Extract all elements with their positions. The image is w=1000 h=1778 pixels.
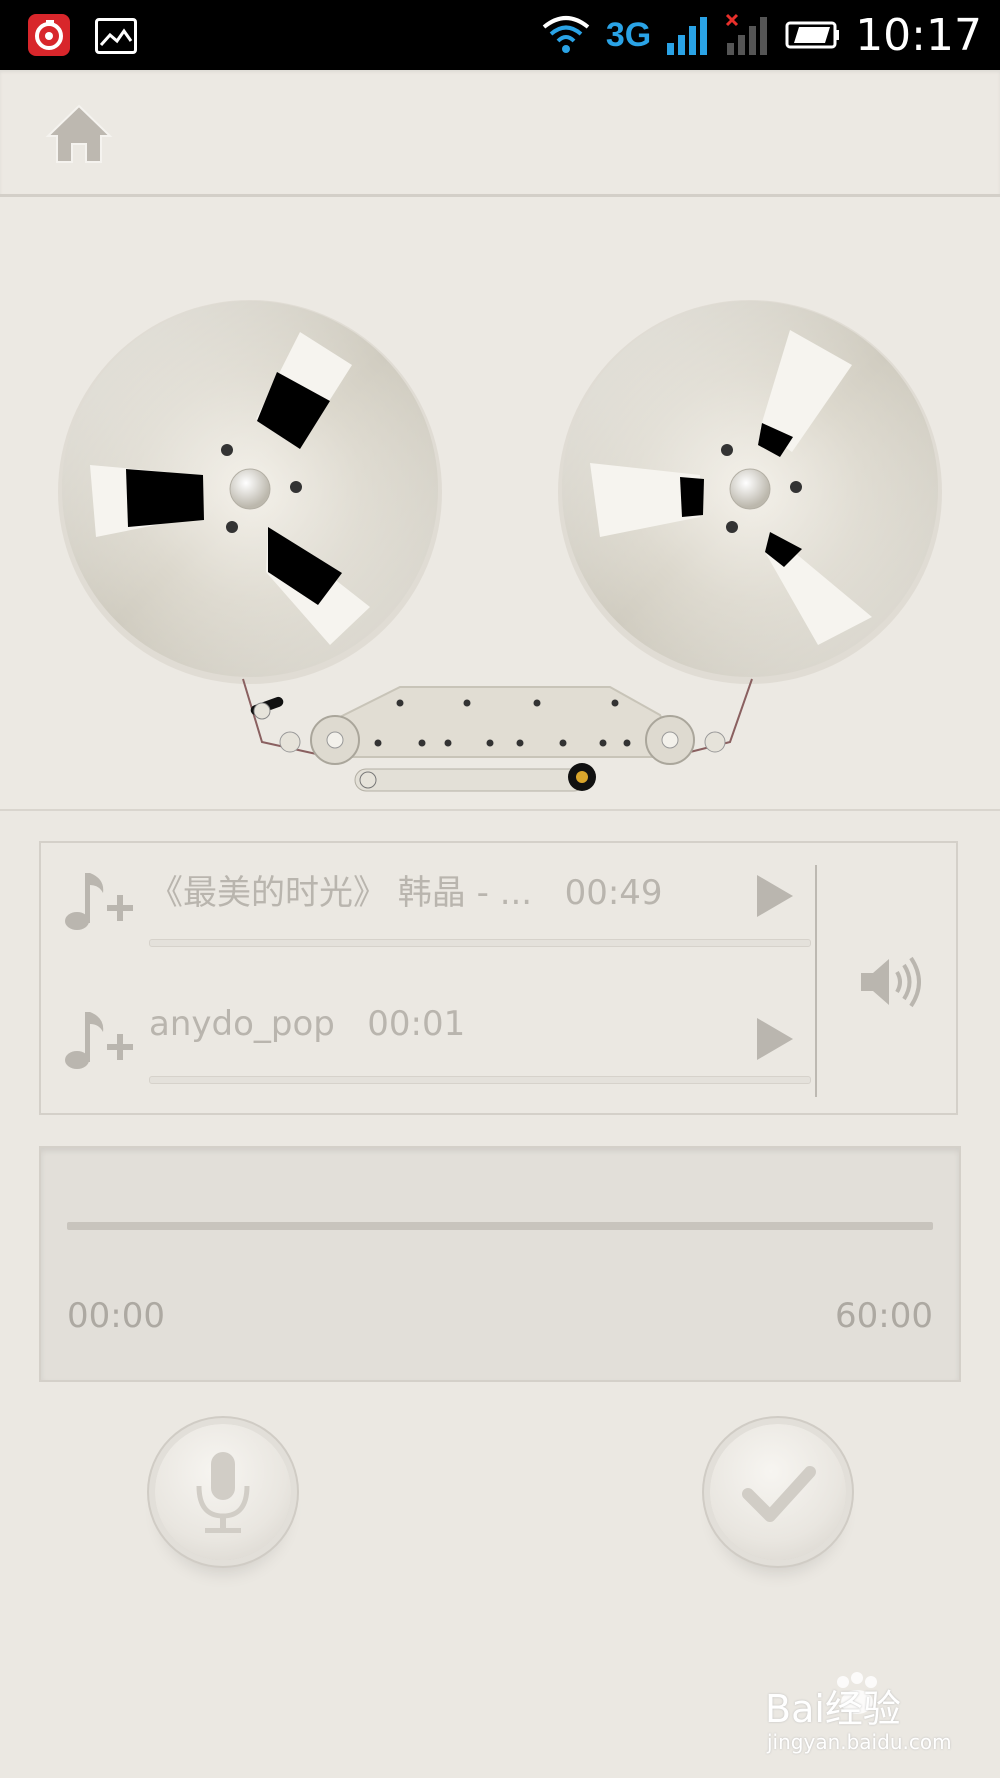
- volume-button[interactable]: [859, 953, 925, 1011]
- divider: [815, 865, 817, 1097]
- gallery-icon: [95, 18, 137, 54]
- timeline-track[interactable]: [67, 1222, 933, 1230]
- track-name: 《最美的时光》 韩晶 - ...: [149, 873, 533, 913]
- play-button[interactable]: [753, 871, 797, 921]
- wifi-icon: [542, 16, 590, 53]
- track-row: anydo_pop 00:01: [41, 982, 811, 1117]
- signal-no-service-icon: [726, 13, 768, 55]
- right-reel: [558, 300, 942, 684]
- music-add-icon: [65, 1012, 133, 1069]
- signal-icon: [667, 17, 708, 55]
- clock: 10:17: [855, 9, 982, 61]
- timeline-panel: 00:00 60:00: [39, 1146, 961, 1382]
- home-icon: [45, 104, 113, 163]
- track-name: anydo_pop: [149, 1004, 335, 1044]
- add-track-button[interactable]: [59, 863, 139, 943]
- confirm-button[interactable]: [710, 1424, 846, 1560]
- timeline-end-time: 60:00: [835, 1296, 933, 1336]
- watermark: Bai经验 jingyan.baidu.com: [765, 1668, 965, 1758]
- track-duration: 00:49: [564, 873, 663, 913]
- play-button[interactable]: [753, 1014, 797, 1064]
- tape-deck: [0, 197, 1000, 811]
- track-progress[interactable]: [149, 1076, 811, 1084]
- track-progress[interactable]: [149, 939, 811, 947]
- network-type-label: 3G: [605, 15, 652, 54]
- speaker-icon: [861, 956, 921, 1008]
- top-bar: [0, 70, 1000, 197]
- tape-deck-illustration: [58, 300, 942, 792]
- tape-head-assembly: [242, 678, 753, 792]
- microphone-icon: [196, 1452, 250, 1533]
- play-icon: [757, 1018, 793, 1060]
- watermark-brand: Bai经验: [765, 1687, 901, 1731]
- checkmark-icon: [742, 1466, 816, 1522]
- track-duration: 00:01: [367, 1004, 466, 1044]
- timeline-start-time: 00:00: [67, 1296, 165, 1336]
- record-button[interactable]: [155, 1424, 291, 1560]
- play-icon: [757, 875, 793, 917]
- battery-icon: [785, 21, 840, 49]
- tracks-panel: 《最美的时光》 韩晶 - ... 00:49 anydo_pop 00:01: [39, 841, 958, 1115]
- netease-music-icon: [28, 14, 70, 56]
- track-row: 《最美的时光》 韩晶 - ... 00:49: [41, 843, 811, 978]
- track-title: anydo_pop 00:01: [149, 1004, 465, 1044]
- track-title: 《最美的时光》 韩晶 - ... 00:49: [149, 865, 663, 914]
- music-add-icon: [65, 873, 133, 930]
- left-reel: [58, 300, 442, 684]
- status-bar: 3G 10:17: [0, 0, 1000, 70]
- home-button[interactable]: [44, 100, 114, 170]
- watermark-url: jingyan.baidu.com: [767, 1730, 952, 1754]
- add-track-button[interactable]: [59, 1002, 139, 1082]
